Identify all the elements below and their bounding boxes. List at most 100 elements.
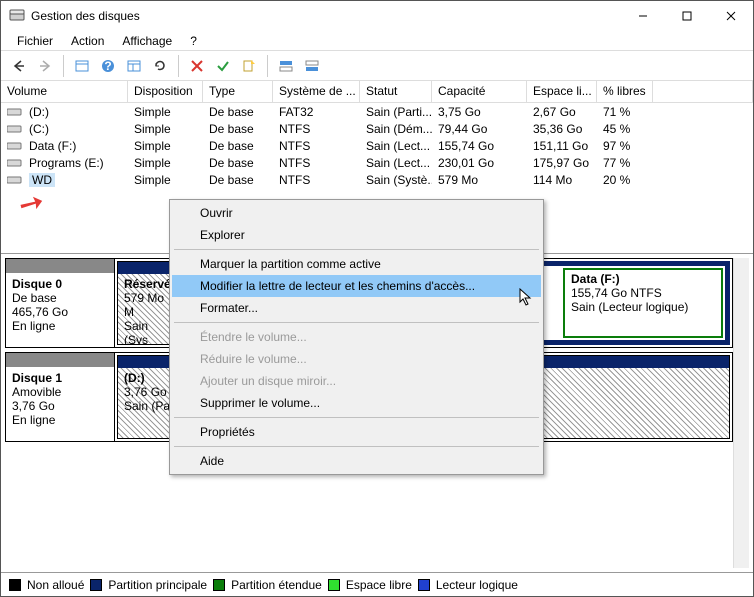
menu-affichage[interactable]: Affichage [114, 32, 180, 50]
ctx-explorer[interactable]: Explorer [172, 224, 541, 246]
cell: 79,44 Go [432, 122, 527, 136]
cell: 97 % [597, 139, 653, 153]
context-menu: Ouvrir Explorer Marquer la partition com… [169, 199, 544, 475]
disk-label-1[interactable]: Disque 1 Amovible 3,76 Go En ligne [5, 352, 115, 442]
disk-status: En ligne [12, 319, 55, 333]
back-button[interactable] [7, 54, 31, 78]
cell: De base [203, 156, 273, 170]
cell: De base [203, 105, 273, 119]
col-libres[interactable]: % libres [597, 81, 653, 102]
col-disposition[interactable]: Disposition [128, 81, 203, 102]
view1-button[interactable] [70, 54, 94, 78]
close-button[interactable] [709, 1, 753, 31]
refresh-button[interactable] [148, 54, 172, 78]
ctx-aide[interactable]: Aide [172, 450, 541, 472]
disk-status: En ligne [12, 413, 55, 427]
view-bottom-button[interactable] [300, 54, 324, 78]
disk-label-0[interactable]: Disque 0 De base 465,76 Go En ligne [5, 258, 115, 348]
part-name: (D:) [124, 371, 145, 385]
table-row[interactable]: (C:) Simple De base NTFS Sain (Dém... 79… [1, 120, 753, 137]
cell: 2,67 Go [527, 105, 597, 119]
col-extra[interactable] [653, 81, 753, 102]
disk-name: Disque 1 [12, 371, 62, 385]
partition-reserved[interactable]: Réservé 579 Mo M Sain (Sys [117, 261, 172, 345]
vertical-scrollbar[interactable] [733, 258, 749, 568]
view2-button[interactable] [122, 54, 146, 78]
legend-sw-logique [418, 579, 430, 591]
view-top-button[interactable] [274, 54, 298, 78]
cell: 71 % [597, 105, 653, 119]
ctx-ouvrir[interactable]: Ouvrir [172, 202, 541, 224]
table-row[interactable]: Programs (E:) Simple De base NTFS Sain (… [1, 154, 753, 171]
toolbar-sep [267, 55, 268, 77]
forward-button[interactable] [33, 54, 57, 78]
volume-name: (C:) [29, 122, 49, 136]
maximize-button[interactable] [665, 1, 709, 31]
legend-sw-etendue [213, 579, 225, 591]
minimize-button[interactable] [621, 1, 665, 31]
legend-sw-libre [328, 579, 340, 591]
ctx-supprimer[interactable]: Supprimer le volume... [172, 392, 541, 414]
disk-type: Amovible [12, 385, 61, 399]
col-type[interactable]: Type [203, 81, 273, 102]
drive-icon [7, 174, 23, 186]
drive-icon [7, 123, 23, 135]
partition-data-f[interactable]: Data (F:) 155,74 Go NTFS Sain (Lecteur l… [563, 268, 723, 338]
col-statut[interactable]: Statut [360, 81, 432, 102]
cell: Simple [128, 156, 203, 170]
legend-label: Partition principale [108, 578, 207, 592]
col-volume[interactable]: Volume [1, 81, 128, 102]
part-size: 155,74 Go NTFS [571, 286, 662, 300]
check-button[interactable] [211, 54, 235, 78]
table-row-selected[interactable]: WD Simple De base NTFS Sain (Systè... 57… [1, 171, 753, 188]
ctx-sep [174, 322, 539, 323]
ctx-etendre: Étendre le volume... [172, 326, 541, 348]
volume-name: Data (F:) [29, 139, 76, 153]
ctx-miroir: Ajouter un disque miroir... [172, 370, 541, 392]
table-row[interactable]: Data (F:) Simple De base NTFS Sain (Lect… [1, 137, 753, 154]
svg-text:?: ? [104, 59, 111, 73]
cell: Sain (Lect... [360, 139, 432, 153]
cell: 175,97 Go [527, 156, 597, 170]
ctx-marquer[interactable]: Marquer la partition comme active [172, 253, 541, 275]
delete-button[interactable] [185, 54, 209, 78]
titlebar: Gestion des disques [1, 1, 753, 31]
table-row[interactable]: (D:) Simple De base FAT32 Sain (Parti...… [1, 103, 753, 120]
ctx-sep [174, 417, 539, 418]
menu-action[interactable]: Action [63, 32, 112, 50]
legend-label: Espace libre [346, 578, 412, 592]
disk-name: Disque 0 [12, 277, 62, 291]
cell: 77 % [597, 156, 653, 170]
legend-label: Non alloué [27, 578, 84, 592]
help-button[interactable]: ? [96, 54, 120, 78]
legend: Non alloué Partition principale Partitio… [1, 572, 753, 596]
part-name: Réservé [124, 277, 171, 291]
volume-list-header: Volume Disposition Type Système de ... S… [1, 81, 753, 103]
volume-name: Programs (E:) [29, 156, 104, 170]
ctx-reduire: Réduire le volume... [172, 348, 541, 370]
ctx-sep [174, 446, 539, 447]
menu-fichier[interactable]: Fichier [9, 32, 61, 50]
legend-sw-nonalloue [9, 579, 21, 591]
part-status: Sain (Sys [124, 319, 148, 345]
cell: NTFS [273, 173, 360, 187]
ctx-modifier-lettre[interactable]: Modifier la lettre de lecteur et les che… [172, 275, 541, 297]
col-systeme[interactable]: Système de ... [273, 81, 360, 102]
cell: 20 % [597, 173, 653, 187]
menubar: Fichier Action Affichage ? [1, 31, 753, 51]
cell: Sain (Lect... [360, 156, 432, 170]
col-capacite[interactable]: Capacité [432, 81, 527, 102]
ctx-proprietes[interactable]: Propriétés [172, 421, 541, 443]
col-espace[interactable]: Espace li... [527, 81, 597, 102]
disk-type: De base [12, 291, 57, 305]
cell: 45 % [597, 122, 653, 136]
disk-size: 465,76 Go [12, 305, 68, 319]
new-button[interactable] [237, 54, 261, 78]
disk-management-window: Gestion des disques Fichier Action Affic… [0, 0, 754, 597]
menu-help[interactable]: ? [182, 32, 205, 50]
cell: Sain (Dém... [360, 122, 432, 136]
ctx-formater[interactable]: Formater... [172, 297, 541, 319]
toolbar-sep [63, 55, 64, 77]
cell: NTFS [273, 139, 360, 153]
volume-name: WD [29, 173, 55, 187]
